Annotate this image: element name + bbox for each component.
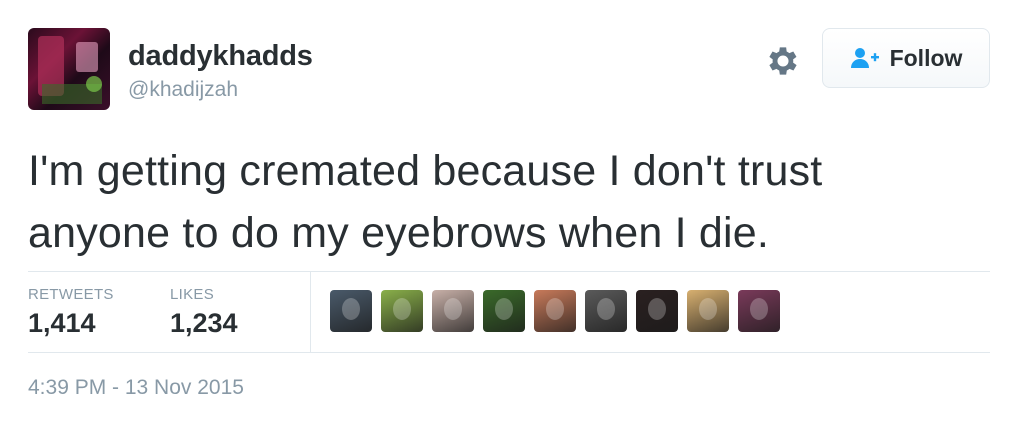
avatar[interactable] (28, 28, 110, 110)
likes-count: 1,234 (170, 308, 238, 338)
divider (28, 352, 990, 353)
likes-stat[interactable]: LIKES 1,234 (170, 286, 238, 339)
liker-avatar[interactable] (483, 290, 525, 332)
tweet-line: I'm getting cremated because I don't tru… (28, 147, 823, 195)
liker-avatar[interactable] (636, 290, 678, 332)
liker-avatar[interactable] (432, 290, 474, 332)
tweet-timestamp[interactable]: 4:39 PM - 13 Nov 2015 (28, 376, 244, 400)
tweet-line: anyone to do my eyebrows when I die. (28, 209, 770, 257)
follow-button[interactable]: Follow (822, 28, 990, 88)
liker-avatar[interactable] (330, 290, 372, 332)
display-name[interactable]: daddykhadds (128, 40, 313, 73)
follow-label: Follow (889, 44, 963, 71)
tweet-text: I'm getting cremated because I don't tru… (28, 140, 988, 264)
divider (28, 271, 990, 272)
user-handle[interactable]: @khadijzah (128, 78, 238, 102)
liker-avatar[interactable] (738, 290, 780, 332)
retweets-stat[interactable]: RETWEETS 1,414 (28, 286, 114, 339)
likes-label: LIKES (170, 286, 215, 303)
liker-avatar[interactable] (534, 290, 576, 332)
liker-avatar[interactable] (585, 290, 627, 332)
liker-avatar[interactable] (381, 290, 423, 332)
retweets-label: RETWEETS (28, 286, 114, 303)
retweets-count: 1,414 (28, 308, 96, 338)
divider (310, 272, 311, 352)
liker-avatar[interactable] (687, 290, 729, 332)
add-user-icon (850, 48, 879, 68)
gear-icon[interactable] (764, 42, 802, 80)
